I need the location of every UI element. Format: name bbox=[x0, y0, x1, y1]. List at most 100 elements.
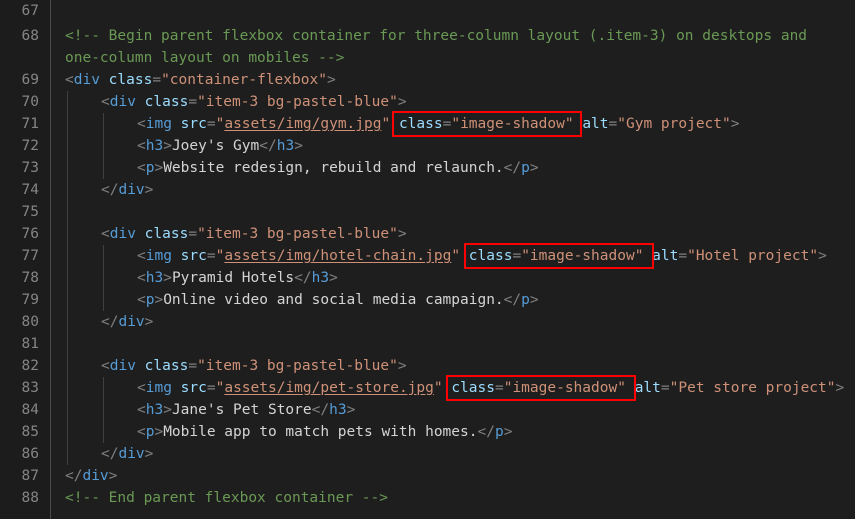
code-line-88: <!-- End parent flexbox container --> bbox=[65, 487, 388, 509]
attr-class: class bbox=[451, 380, 495, 396]
quote-open: " bbox=[161, 72, 170, 88]
punct-gt: > bbox=[397, 358, 407, 374]
value-img-src-3[interactable]: assets/img/pet-store.jpg bbox=[224, 380, 434, 396]
punct-lt: < bbox=[137, 424, 146, 440]
attr-src: src bbox=[180, 116, 207, 132]
punct-lt: < bbox=[137, 116, 146, 132]
value-img-class-1: image-shadow bbox=[460, 116, 565, 132]
punct-gt: > bbox=[346, 402, 356, 418]
punct-gt: > bbox=[529, 160, 539, 176]
punct-eq: = bbox=[188, 94, 198, 110]
punct-lt: < bbox=[65, 72, 74, 88]
punct-eq: = bbox=[660, 380, 670, 396]
value-img-alt-3: Pet store project bbox=[678, 380, 827, 396]
punct-lt: < bbox=[137, 248, 146, 264]
code-line-72: <h3>Joey's Gym</h3> bbox=[137, 135, 303, 157]
punct-lt-slash: </ bbox=[101, 314, 119, 330]
punct-lt: < bbox=[101, 94, 110, 110]
code-line-85: <p>Mobile app to match pets with homes.<… bbox=[137, 421, 512, 443]
punct-eq: = bbox=[206, 116, 216, 132]
attr-class: class bbox=[144, 226, 189, 242]
heading-text-3: Jane's Pet Store bbox=[171, 402, 312, 418]
line-number-69: 69 bbox=[21, 72, 39, 88]
attr-class: class bbox=[398, 116, 443, 132]
punct-gt: > bbox=[503, 424, 513, 440]
heading-text-2: Pyramid Hotels bbox=[171, 270, 295, 286]
punct-eq: = bbox=[494, 380, 504, 396]
punct-gt: > bbox=[529, 292, 539, 308]
quote-close: " bbox=[722, 116, 731, 132]
punct-gt: > bbox=[329, 270, 338, 286]
punct-gt: > bbox=[154, 292, 164, 308]
code-line-70: <div class="item-3 bg-pastel-blue"> bbox=[101, 91, 407, 113]
code-line-68a: <!-- Begin parent flexbox container for … bbox=[65, 25, 807, 47]
tag-h3-open-1: h3 bbox=[145, 138, 164, 154]
punct-gt: > bbox=[835, 380, 845, 396]
line-number-88: 88 bbox=[21, 490, 39, 506]
punct-lt: < bbox=[137, 380, 146, 396]
line-number-72: 72 bbox=[21, 138, 39, 154]
punct-gt: > bbox=[154, 160, 164, 176]
quote-open: " bbox=[197, 94, 206, 110]
code-line-84: <h3>Jane's Pet Store</h3> bbox=[137, 399, 355, 421]
line-number-73: 73 bbox=[21, 160, 39, 176]
value-img-src-1[interactable]: assets/img/gym.jpg bbox=[224, 116, 381, 132]
code-line-73: <p>Website redesign, rebuild and relaunc… bbox=[137, 157, 539, 179]
tag-h3-close-1: h3 bbox=[276, 138, 295, 154]
code-line-86: </div> bbox=[101, 443, 153, 465]
punct-eq: = bbox=[188, 226, 198, 242]
quote-close: " bbox=[381, 116, 391, 132]
value-img-src-2[interactable]: assets/img/hotel-chain.jpg bbox=[224, 248, 451, 264]
punct-gt: > bbox=[144, 314, 154, 330]
punct-lt: < bbox=[137, 270, 146, 286]
attr-class: class bbox=[468, 248, 513, 264]
line-number-87: 87 bbox=[21, 468, 39, 484]
paragraph-text-2: Online video and social media campaign. bbox=[163, 292, 504, 308]
punct-lt: < bbox=[101, 358, 110, 374]
code-line-78: <h3>Pyramid Hotels</h3> bbox=[137, 267, 338, 289]
paragraph-text-1: Website redesign, rebuild and relaunch. bbox=[163, 160, 504, 176]
attr-alt: alt bbox=[634, 380, 661, 396]
attr-class: class bbox=[108, 72, 153, 88]
value-img-alt-2: Hotel project bbox=[695, 248, 810, 264]
line-number-81: 81 bbox=[21, 336, 39, 352]
punct-eq: = bbox=[206, 380, 216, 396]
quote-close: " bbox=[389, 226, 398, 242]
line-number-77: 77 bbox=[21, 248, 39, 264]
punct-lt-slash: </ bbox=[101, 182, 119, 198]
quote-open: " bbox=[521, 248, 530, 264]
code-editor[interactable]: 67 68 69 70 71 72 73 74 75 76 77 78 79 8… bbox=[0, 0, 855, 519]
value-item-class-2: item-3 bg-pastel-blue bbox=[205, 226, 390, 242]
tag-h3-open-2: h3 bbox=[145, 270, 164, 286]
line-number-78: 78 bbox=[21, 270, 39, 286]
line-number-76: 76 bbox=[21, 226, 39, 242]
tag-div-open-container: div bbox=[73, 72, 100, 88]
tag-p-close-3: p bbox=[494, 424, 504, 440]
punct-eq: = bbox=[188, 358, 198, 374]
comment-open-part-a: <!-- Begin parent flexbox container for … bbox=[65, 28, 808, 44]
attr-class: class bbox=[144, 94, 189, 110]
code-line-77: <img src="assets/img/hotel-chain.jpg" cl… bbox=[137, 245, 827, 267]
value-img-class-2: image-shadow bbox=[529, 248, 635, 264]
attr-alt: alt bbox=[582, 116, 609, 132]
punct-gt: > bbox=[397, 94, 407, 110]
punct-lt: < bbox=[101, 226, 110, 242]
punct-gt: > bbox=[108, 468, 118, 484]
value-img-class-3: image-shadow bbox=[512, 380, 618, 396]
punct-gt: > bbox=[294, 138, 303, 154]
punct-eq: = bbox=[206, 248, 216, 264]
comment-close: <!-- End parent flexbox container --> bbox=[65, 490, 389, 506]
tag-div-open-item-2: div bbox=[109, 226, 136, 242]
punct-gt: > bbox=[144, 446, 154, 462]
tag-div-close-container: div bbox=[82, 468, 109, 484]
tag-div-close-item-1: div bbox=[118, 182, 145, 198]
code-content[interactable]: <!-- Begin parent flexbox container for … bbox=[0, 0, 855, 519]
tag-p-close-2: p bbox=[521, 292, 530, 308]
tag-h3-open-3: h3 bbox=[145, 402, 164, 418]
